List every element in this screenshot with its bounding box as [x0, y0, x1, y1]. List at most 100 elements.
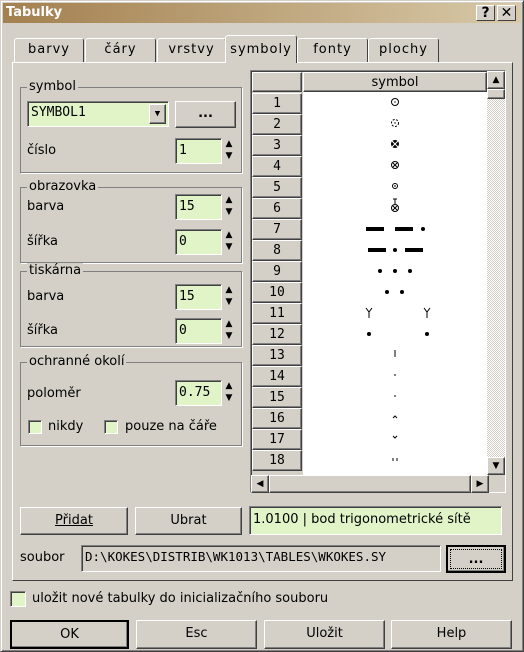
scroll-thumb[interactable]	[487, 89, 505, 99]
symbol-row[interactable]	[303, 449, 487, 470]
cislo-spinner[interactable]: 1 ▲ ▼	[175, 138, 236, 164]
symbol-row[interactable]	[303, 134, 487, 155]
spinner-value[interactable]: 0.75	[175, 380, 222, 406]
symbol-row[interactable]	[303, 344, 487, 365]
scroll-left-icon[interactable]: ◀	[251, 475, 269, 493]
chevron-down-icon[interactable]: ▼	[149, 104, 166, 124]
tab-plochy[interactable]: plochy	[368, 38, 439, 62]
window-title: Tabulky	[6, 5, 63, 20]
scroll-thumb[interactable]	[269, 475, 471, 493]
caret-down-icon	[392, 435, 398, 439]
row-number[interactable]: 13	[252, 345, 302, 366]
help-button[interactable]: Help	[391, 620, 512, 649]
row-number[interactable]: 12	[252, 324, 302, 345]
row-number[interactable]: 3	[252, 135, 302, 156]
file-path-field[interactable]: D:\KOKES\DISTRIB\WK1013\TABLES\WKOKES.SY	[81, 545, 441, 572]
scroll-right-icon[interactable]: ▶	[471, 475, 489, 493]
row-number[interactable]: 16	[252, 408, 302, 429]
two-antenna-icon	[365, 307, 431, 318]
row-number[interactable]: 9	[252, 261, 302, 282]
symbol-row[interactable]	[303, 407, 487, 428]
spin-arrows-icon[interactable]: ▲ ▼	[222, 380, 236, 406]
scroll-down-icon[interactable]: ▼	[487, 457, 505, 475]
symbol-row[interactable]	[303, 197, 487, 218]
help-title-button[interactable]: ?	[476, 5, 495, 21]
symbol-row[interactable]	[303, 386, 487, 407]
ok-button[interactable]: OK	[10, 620, 129, 649]
add-button[interactable]: Přidat	[20, 507, 128, 535]
esc-button[interactable]: Esc	[136, 620, 257, 649]
spinner-value[interactable]: 15	[175, 194, 222, 220]
soubor-label: soubor	[20, 550, 65, 565]
symbol-row[interactable]	[303, 176, 487, 197]
row-number[interactable]: 11	[252, 303, 302, 324]
row-number[interactable]: 2	[252, 114, 302, 135]
spinner-value[interactable]: 15	[175, 284, 222, 310]
symbol-row[interactable]	[303, 239, 487, 260]
tab-cary[interactable]: čáry	[85, 38, 156, 62]
symbol-grid[interactable]: symbol 1 2 3 4 5 6 7 8 9 10 11 12 13 14 15 16 17 18 ▲ ▼ ◀…	[250, 70, 506, 493]
tab-symboly[interactable]: symboly	[225, 35, 297, 63]
symbol-browse-button[interactable]: ...	[175, 101, 236, 128]
symbol-row[interactable]	[303, 260, 487, 281]
tab-vrstvy[interactable]: vrstvy	[157, 38, 226, 62]
spin-arrows-icon[interactable]: ▲ ▼	[222, 318, 236, 344]
obrazovka-sirka-spinner[interactable]: 0 ▲ ▼	[175, 229, 236, 255]
polomer-label: poloměr	[27, 386, 81, 401]
row-number[interactable]: 17	[252, 429, 302, 450]
save-button[interactable]: Uložit	[264, 620, 385, 649]
save-ini-checkbox[interactable]	[10, 591, 26, 607]
remove-button[interactable]: Ubrat	[135, 507, 242, 535]
symbol-row[interactable]	[303, 113, 487, 134]
row-number[interactable]: 8	[252, 240, 302, 261]
row-number[interactable]: 18	[252, 450, 302, 471]
small-tick-icon	[394, 374, 396, 376]
cislo-label: číslo	[27, 143, 57, 158]
nikdy-label: nikdy	[48, 419, 84, 434]
row-number[interactable]: 4	[252, 156, 302, 177]
symbol-cells[interactable]	[303, 92, 487, 475]
spinner-value[interactable]: 0	[175, 318, 222, 344]
stem-cross-circle-icon	[391, 198, 399, 212]
symbol-column-header[interactable]: symbol	[303, 72, 487, 92]
barva-label: barva	[27, 289, 65, 304]
save-ini-label: uložit nové tabulky do inicializačního s…	[32, 591, 329, 606]
row-number[interactable]: 15	[252, 387, 302, 408]
symbol-row[interactable]	[303, 365, 487, 386]
symbol-row[interactable]	[303, 155, 487, 176]
tiskarna-sirka-spinner[interactable]: 0 ▲ ▼	[175, 318, 236, 344]
pouze-na-care-checkbox[interactable]	[104, 420, 118, 434]
tab-fonty[interactable]: fonty	[297, 38, 368, 62]
symbol-row[interactable]	[303, 323, 487, 344]
tiskarna-barva-spinner[interactable]: 15 ▲ ▼	[175, 284, 236, 310]
caret-up-icon	[392, 415, 398, 419]
symbol-combo[interactable]: SYMBOL1 ▼	[27, 101, 169, 127]
scroll-up-icon[interactable]: ▲	[487, 71, 505, 89]
spinner-value[interactable]: 0	[175, 229, 222, 255]
spinner-value[interactable]: 1	[175, 138, 222, 164]
spin-arrows-icon[interactable]: ▲ ▼	[222, 229, 236, 255]
symbol-row[interactable]	[303, 92, 487, 113]
file-browse-button[interactable]: ...	[446, 545, 506, 573]
symbol-row[interactable]	[303, 218, 487, 239]
spin-arrows-icon[interactable]: ▲ ▼	[222, 138, 236, 164]
row-number[interactable]: 6	[252, 198, 302, 219]
spin-arrows-icon[interactable]: ▲ ▼	[222, 194, 236, 220]
obrazovka-barva-spinner[interactable]: 15 ▲ ▼	[175, 194, 236, 220]
row-number[interactable]: 7	[252, 219, 302, 240]
symbol-row[interactable]	[303, 281, 487, 302]
vertical-scrollbar[interactable]: ▲ ▼	[487, 71, 505, 475]
close-icon[interactable]: ✕	[497, 5, 516, 21]
symbol-row[interactable]	[303, 428, 487, 449]
group-title: tiskárna	[27, 263, 84, 278]
row-number[interactable]: 14	[252, 366, 302, 387]
nikdy-checkbox[interactable]	[28, 420, 42, 434]
row-number[interactable]: 1	[252, 93, 302, 114]
row-number[interactable]: 5	[252, 177, 302, 198]
row-number[interactable]: 10	[252, 282, 302, 303]
tab-barvy[interactable]: barvy	[14, 38, 84, 62]
symbol-row[interactable]	[303, 302, 487, 323]
polomer-spinner[interactable]: 0.75 ▲ ▼	[175, 380, 236, 406]
spin-arrows-icon[interactable]: ▲ ▼	[222, 284, 236, 310]
horizontal-scrollbar[interactable]: ◀ ▶	[251, 475, 489, 493]
